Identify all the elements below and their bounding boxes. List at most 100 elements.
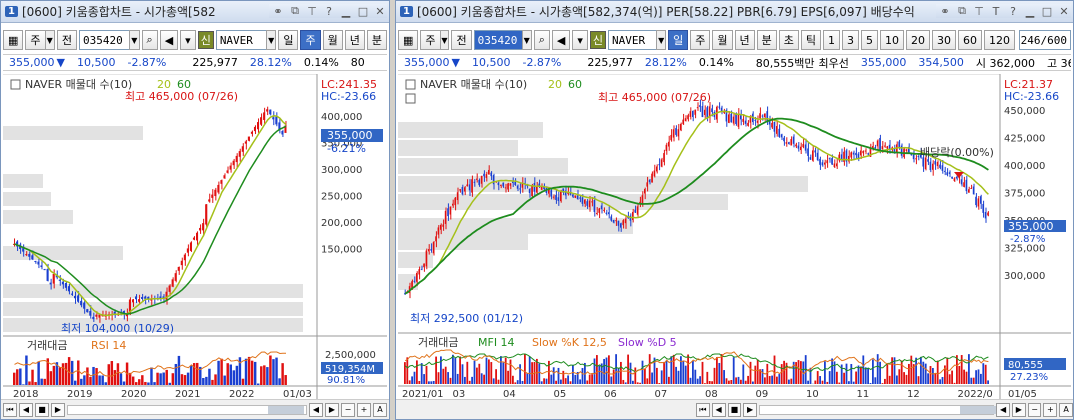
left-chart-area[interactable]: NAVER 매물대 수(10) 20 60 LC:241.35 HC:-23.6… [3,73,387,401]
maximize-icon[interactable]: □ [1040,4,1054,18]
sub-bar-108 [663,361,665,384]
chevron-down-icon[interactable]: ▾ [180,30,196,50]
sub-bar-70 [572,365,574,384]
sub-bar-161 [790,378,793,384]
stop-icon[interactable]: ■ [35,402,49,417]
next-icon[interactable]: ▶ [1011,402,1026,417]
interval-5[interactable]: 5 [861,30,878,50]
copy-icon[interactable]: ⧉ [288,4,302,18]
zoom-in-icon[interactable]: + [1043,402,1058,417]
info-icon[interactable]: T [989,4,1003,18]
candle-140 [740,115,742,120]
month-tab[interactable]: 월 [712,30,733,50]
next-icon[interactable]: ▶ [51,402,65,417]
link-icon[interactable]: ⚭ [938,4,952,18]
chevron-down-icon[interactable]: ▼ [44,30,55,50]
close-icon[interactable]: ✕ [1057,4,1071,18]
new-badge: 신 [589,31,606,49]
volume-profile-bar-0 [398,122,543,138]
pin-icon[interactable]: ⊤ [305,4,319,18]
right-chart-area[interactable]: NAVER 매물대 수(10) 20 60 LC:21.37 HC:-23.66… [398,73,1071,401]
candle-114 [677,129,679,137]
grid-icon[interactable]: ▦ [398,30,419,50]
chevron-down-icon[interactable]: ▼ [656,30,667,50]
tick-tab[interactable]: 틱 [800,30,821,50]
interval-3[interactable]: 3 [842,30,859,50]
speaker-icon[interactable]: ◀ [159,30,179,50]
year-tab[interactable]: 년 [344,30,365,50]
minimize-icon[interactable]: ▁ [1023,4,1037,18]
week-tab[interactable]: 주 [300,30,321,50]
interval-120[interactable]: 120 [984,30,1015,50]
interval-20[interactable]: 20 [906,30,930,50]
chevron-down-icon[interactable]: ▾ [572,30,588,50]
period-select[interactable]: 주 [420,30,441,50]
chevron-down-icon[interactable]: ▼ [129,30,140,50]
right-scrollbar[interactable] [759,404,996,415]
day-tab[interactable]: 일 [668,30,689,50]
first-icon[interactable]: ⏮ [696,402,710,417]
prev-icon[interactable]: ◀ [996,402,1010,417]
maximize-icon[interactable]: □ [356,4,370,18]
zoom-out-icon[interactable]: − [341,402,355,417]
first-icon[interactable]: ⏮ [3,402,17,417]
prev-button[interactable]: 전 [451,30,472,50]
sub-bar-80 [257,383,260,385]
right-price-chart[interactable]: NAVER 매물대 수(10) 20 60 LC:21.37 HC:-23.66… [398,73,1071,401]
font-icon[interactable]: A [373,402,387,417]
pin-icon[interactable]: ⊤ [972,4,986,18]
interval-10[interactable]: 10 [880,30,904,50]
stop-icon[interactable]: ■ [727,402,742,417]
period-select[interactable]: 주 [25,30,46,50]
help-icon[interactable]: ? [1006,4,1020,18]
day-tab[interactable]: 일 [278,30,299,50]
candle-63 [205,204,208,225]
chevron-down-icon[interactable]: ▼ [266,30,277,50]
copy-icon[interactable]: ⧉ [955,4,969,18]
search-icon[interactable]: ⌕ [141,30,158,50]
link-icon[interactable]: ⚭ [271,4,285,18]
month-tab[interactable]: 월 [322,30,343,50]
left-price-chart[interactable]: NAVER 매물대 수(10) 20 60 LC:241.35 HC:-23.6… [3,73,387,401]
next-icon[interactable]: ▶ [743,402,757,417]
next-icon[interactable]: ▶ [325,402,339,417]
year-tab[interactable]: 년 [734,30,755,50]
candle-165 [800,146,802,151]
sub-bar-84 [269,355,272,385]
second-tab[interactable]: 초 [778,30,799,50]
interval-1[interactable]: 1 [823,30,840,50]
minute-tab[interactable]: 분 [366,30,387,50]
zoom-in-icon[interactable]: + [357,402,371,417]
candle-17 [444,210,447,224]
bar-count-input[interactable]: 246/600 [1019,30,1071,50]
grid-icon[interactable]: ▦ [3,30,24,50]
speaker-icon[interactable]: ◀ [551,30,571,50]
left-scrollbar[interactable] [67,404,307,415]
stock-code-input[interactable]: 035420 [473,30,523,50]
chevron-down-icon[interactable]: ▼ [521,30,532,50]
zoom-out-icon[interactable]: − [1027,402,1042,417]
stock-name-field[interactable]: NAVER [215,30,268,50]
prev-button[interactable]: 전 [56,30,77,50]
sub-bar-10 [43,378,46,385]
prev-icon[interactable]: ◀ [309,402,323,417]
stock-name-field[interactable]: NAVER [608,30,658,50]
week-tab[interactable]: 주 [690,30,711,50]
prev-icon[interactable]: ◀ [19,402,33,417]
sub-bar-112 [672,354,675,384]
candle-135 [728,114,730,123]
sub-bar-236 [970,377,973,384]
font-icon[interactable]: A [1059,402,1073,417]
stock-code-input[interactable]: 035420 [78,30,131,50]
close-icon[interactable]: ✕ [373,4,387,18]
interval-30[interactable]: 30 [932,30,956,50]
minimize-icon[interactable]: ▁ [339,4,353,18]
sub-tick: 2,500,000 [325,350,376,361]
help-icon[interactable]: ? [322,4,336,18]
chevron-down-icon[interactable]: ▼ [439,30,450,50]
interval-60[interactable]: 60 [958,30,982,50]
minute-tab[interactable]: 분 [756,30,777,50]
prev-icon[interactable]: ◀ [711,402,726,417]
search-icon[interactable]: ⌕ [533,30,550,50]
candle-75 [241,146,244,152]
